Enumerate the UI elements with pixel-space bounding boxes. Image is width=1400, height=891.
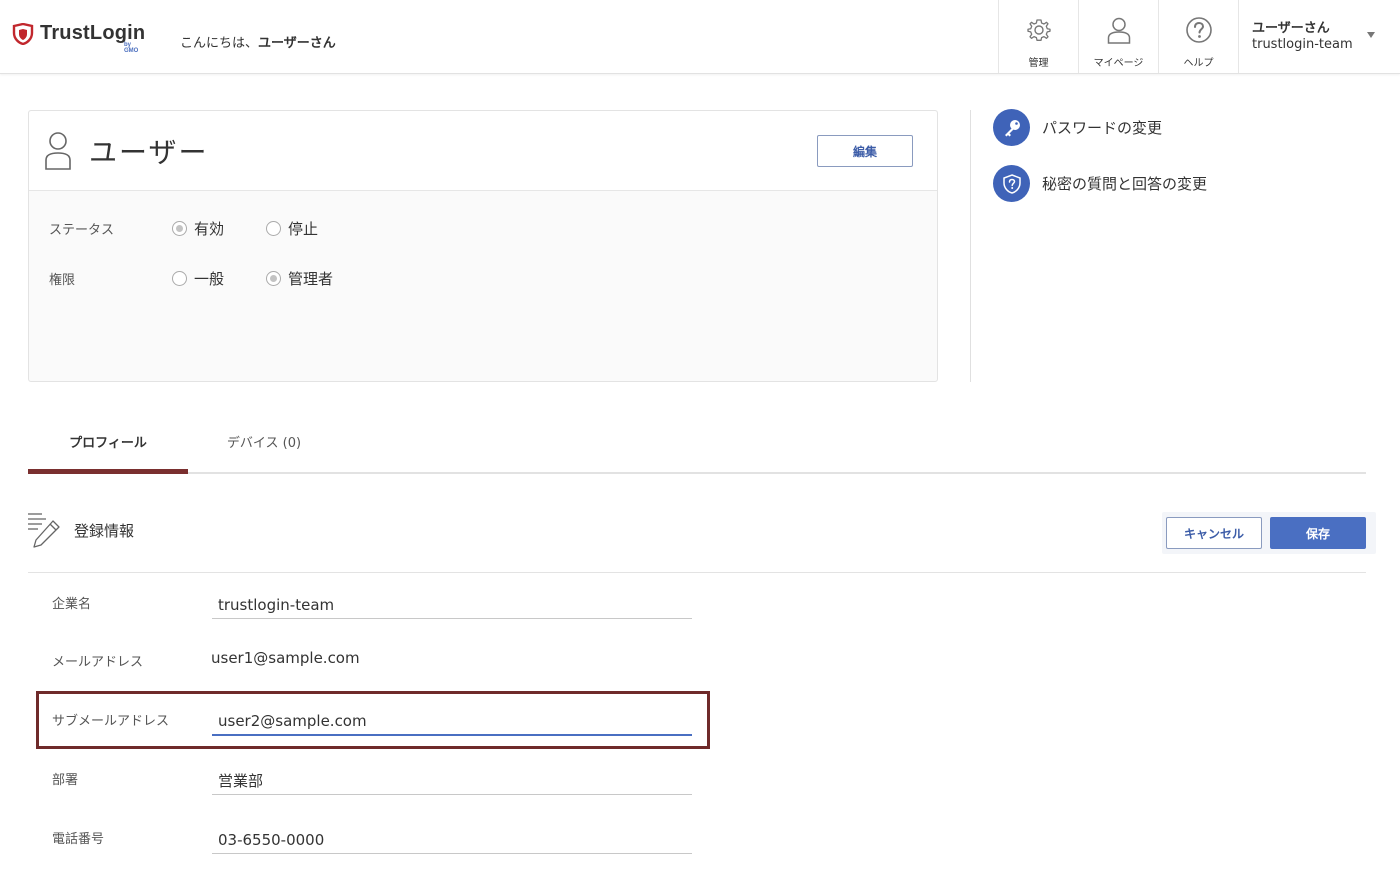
- role-radio-general[interactable]: 一般: [172, 268, 224, 289]
- section-divider: [28, 572, 1366, 573]
- edit-list-icon: [28, 513, 60, 548]
- sub-email-label: サブメールアドレス: [52, 714, 170, 729]
- nav-admin-label: 管理: [1028, 58, 1049, 69]
- change-secret-question-label: 秘密の質問と回答の変更: [1042, 175, 1208, 193]
- email-value: user1@sample.com: [211, 649, 360, 667]
- role-radio-admin[interactable]: 管理者: [266, 268, 333, 289]
- greeting-user: ユーザーさん: [258, 36, 336, 51]
- department-label: 部署: [52, 773, 79, 788]
- phone-input[interactable]: [212, 826, 692, 854]
- change-password-link[interactable]: パスワードの変更: [993, 109, 1162, 146]
- user-card: ユーザー 編集 ステータス 有効 停止 権限 一般 管理者: [28, 110, 938, 382]
- phone-label: 電話番号: [52, 832, 105, 847]
- nav-mypage[interactable]: マイページ: [1078, 0, 1158, 73]
- top-header: TrustLogin by GMO こんにちは、ユーザーさん 管理 マイページ …: [0, 0, 1400, 74]
- nav-mypage-label: マイページ: [1093, 58, 1144, 69]
- logo[interactable]: TrustLogin by GMO: [12, 22, 145, 54]
- sub-email-input[interactable]: [212, 708, 692, 736]
- edit-button[interactable]: 編集: [817, 135, 913, 167]
- change-secret-question-link[interactable]: 秘密の質問と回答の変更: [993, 165, 1207, 202]
- greeting: こんにちは、ユーザーさん: [180, 32, 336, 51]
- radio-icon: [172, 271, 187, 286]
- radio-icon: [266, 221, 281, 236]
- cancel-button[interactable]: キャンセル: [1166, 517, 1262, 549]
- gear-icon: [1027, 19, 1051, 41]
- email-label: メールアドレス: [52, 655, 144, 670]
- help-icon: [1186, 17, 1212, 43]
- department-input[interactable]: [212, 767, 692, 795]
- user-menu[interactable]: ユーザーさん trustlogin-team: [1238, 0, 1400, 73]
- user-icon: [1107, 17, 1131, 44]
- user-name: ユーザーさん: [1252, 21, 1330, 36]
- company-input[interactable]: [212, 591, 692, 619]
- change-password-label: パスワードの変更: [1042, 119, 1163, 137]
- status-option-suspended: 停止: [288, 220, 319, 238]
- nav-help-label: ヘルプ: [1183, 58, 1214, 69]
- status-radio-suspended[interactable]: 停止: [266, 218, 318, 239]
- nav-help[interactable]: ヘルプ: [1158, 0, 1238, 73]
- status-radio-active[interactable]: 有効: [172, 218, 224, 239]
- vertical-divider: [970, 110, 971, 382]
- shield-logo-icon: [12, 22, 34, 45]
- tab-bar: プロフィール デバイス (0): [28, 410, 1366, 474]
- user-icon: [45, 132, 71, 170]
- radio-selected-icon: [266, 271, 281, 286]
- user-card-header: ユーザー 編集: [29, 111, 937, 191]
- greeting-prefix: こんにちは、: [180, 36, 259, 51]
- radio-selected-icon: [172, 221, 187, 236]
- page-title: ユーザー: [89, 136, 209, 169]
- tab-profile[interactable]: プロフィール: [28, 410, 188, 474]
- chevron-down-icon: [1367, 32, 1375, 38]
- tab-devices[interactable]: デバイス (0): [184, 410, 344, 474]
- status-option-active: 有効: [194, 220, 225, 238]
- company-label: 企業名: [52, 597, 92, 612]
- save-button[interactable]: 保存: [1270, 517, 1366, 549]
- shield-question-icon: [993, 165, 1030, 202]
- team-name: trustlogin-team: [1252, 37, 1353, 52]
- role-label: 権限: [49, 273, 76, 288]
- status-label: ステータス: [49, 223, 115, 238]
- role-option-general: 一般: [194, 270, 225, 288]
- logo-sub: by GMO: [124, 42, 139, 54]
- role-option-admin: 管理者: [288, 270, 334, 288]
- nav-admin[interactable]: 管理: [998, 0, 1078, 73]
- key-icon: [993, 109, 1030, 146]
- section-title: 登録情報: [74, 522, 135, 540]
